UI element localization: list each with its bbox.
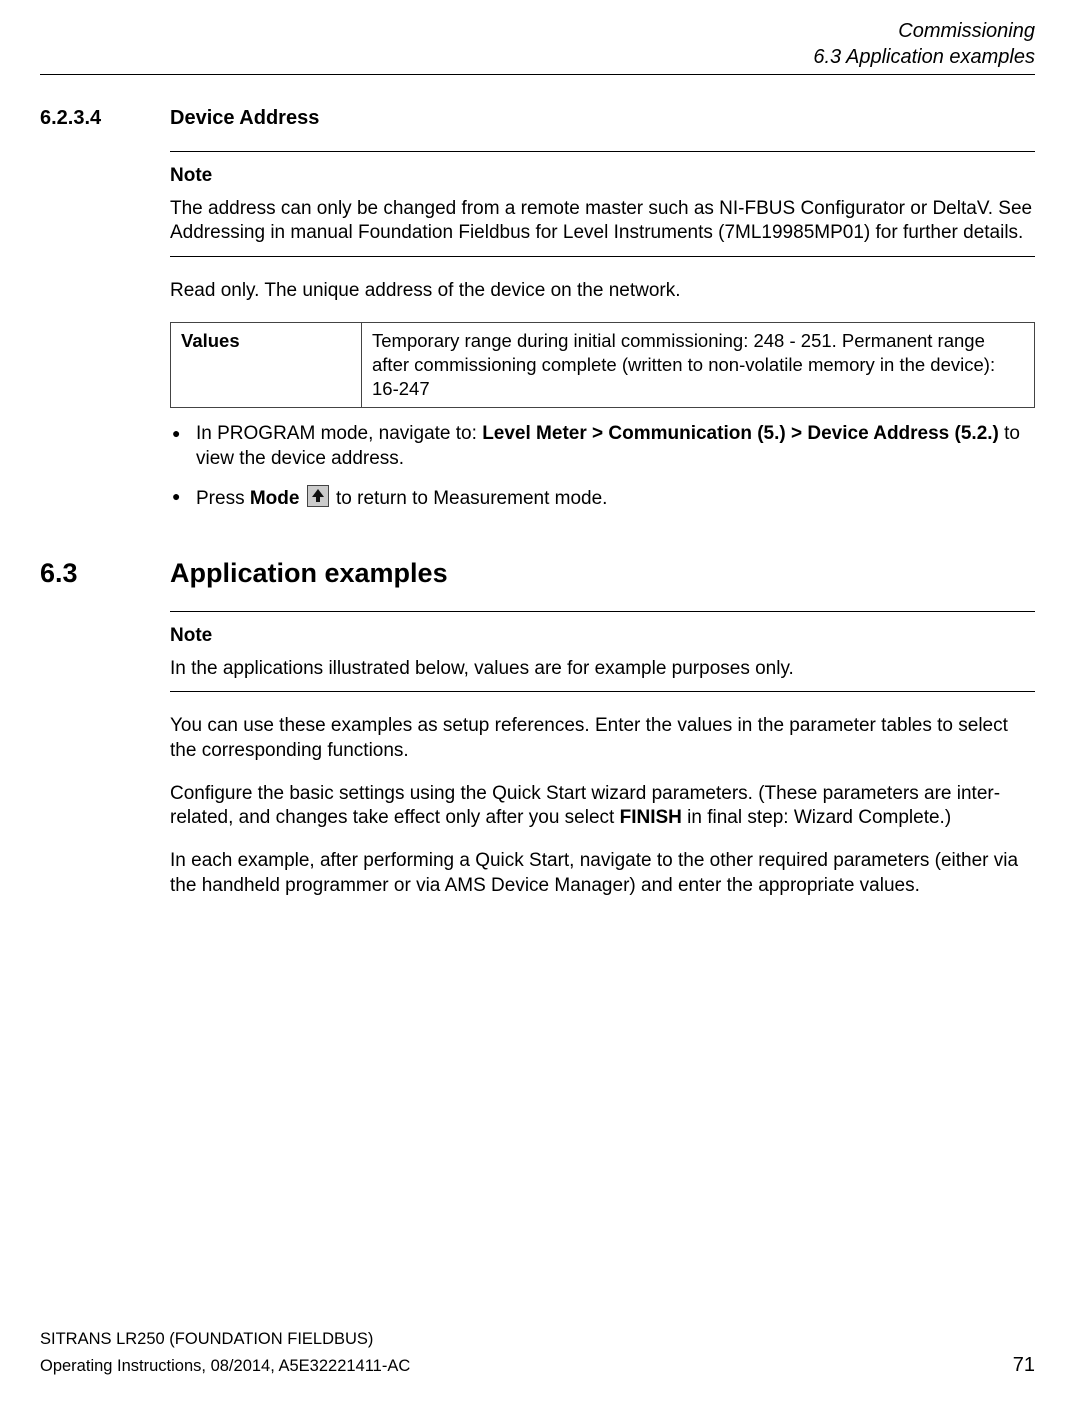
running-header: Commissioning 6.3 Application examples bbox=[40, 18, 1035, 70]
section-heading-2: 6.3 Application examples bbox=[40, 556, 1035, 591]
footer-product: SITRANS LR250 (FOUNDATION FIELDBUS) bbox=[40, 1329, 1035, 1350]
note-text: In the applications illustrated below, v… bbox=[170, 657, 1035, 682]
page-footer: SITRANS LR250 (FOUNDATION FIELDBUS) Oper… bbox=[40, 1329, 1035, 1378]
section-title: Application examples bbox=[170, 556, 448, 591]
menu-path: Level Meter > Communication (5.) > Devic… bbox=[482, 423, 999, 444]
paragraph: You can use these examples as setup refe… bbox=[170, 714, 1035, 763]
note-text: The address can only be changed from a r… bbox=[170, 197, 1035, 246]
section-heading-1: 6.2.3.4 Device Address bbox=[40, 105, 1035, 131]
header-chapter: Commissioning bbox=[40, 18, 1035, 44]
footer-row: Operating Instructions, 08/2014, A5E3222… bbox=[40, 1352, 1035, 1378]
note-label: Note bbox=[170, 164, 1035, 189]
section-title: Device Address bbox=[170, 105, 319, 131]
mode-label: Mode bbox=[250, 488, 300, 509]
bullet-list: In PROGRAM mode, navigate to: Level Mete… bbox=[170, 422, 1035, 512]
finish-label: FINISH bbox=[620, 807, 682, 828]
text: to return to Measurement mode. bbox=[331, 488, 608, 509]
note-label: Note bbox=[170, 624, 1035, 649]
text: In PROGRAM mode, navigate to: bbox=[196, 423, 482, 444]
paragraph: Read only. The unique address of the dev… bbox=[170, 279, 1035, 304]
list-item: In PROGRAM mode, navigate to: Level Mete… bbox=[170, 422, 1035, 471]
text: in final step: Wizard Complete.) bbox=[682, 807, 951, 828]
header-section: 6.3 Application examples bbox=[40, 44, 1035, 70]
text: Press bbox=[196, 488, 250, 509]
values-table: Values Temporary range during initial co… bbox=[170, 322, 1035, 408]
footer-docinfo: Operating Instructions, 08/2014, A5E3222… bbox=[40, 1356, 410, 1377]
table-row: Values Temporary range during initial co… bbox=[171, 322, 1035, 407]
section-number: 6.2.3.4 bbox=[40, 105, 170, 131]
section-number: 6.3 bbox=[40, 556, 170, 591]
section-1-body: Note The address can only be changed fro… bbox=[170, 151, 1035, 512]
section-2: 6.3 Application examples Note In the app… bbox=[40, 556, 1035, 899]
mode-key-icon bbox=[307, 485, 329, 507]
table-cell: Temporary range during initial commissio… bbox=[362, 322, 1035, 407]
paragraph: Configure the basic settings using the Q… bbox=[170, 782, 1035, 831]
paragraph: In each example, after performing a Quic… bbox=[170, 849, 1035, 898]
page: Commissioning 6.3 Application examples 6… bbox=[0, 0, 1075, 1404]
section-2-body: Note In the applications illustrated bel… bbox=[170, 611, 1035, 899]
page-number: 71 bbox=[1013, 1352, 1035, 1378]
note-block-2: Note In the applications illustrated bel… bbox=[170, 611, 1035, 692]
list-item: Press Mode to return to Measurement mode… bbox=[170, 485, 1035, 512]
note-block-1: Note The address can only be changed fro… bbox=[170, 151, 1035, 257]
content: 6.2.3.4 Device Address Note The address … bbox=[40, 75, 1035, 899]
table-header-cell: Values bbox=[171, 322, 362, 407]
